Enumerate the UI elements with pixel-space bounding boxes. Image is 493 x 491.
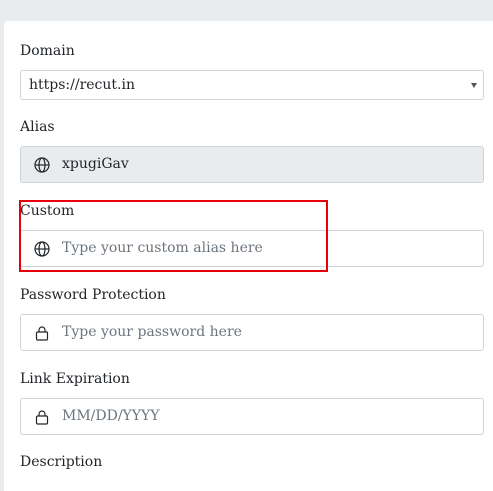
globe-icon [34,157,50,173]
alias-field: xpugiGav [20,146,484,183]
chevron-down-icon [471,83,477,88]
alias-value: xpugiGav [62,156,129,172]
domain-label: Domain [20,43,75,59]
password-placeholder: Type your password here [62,324,242,340]
expiration-label: Link Expiration [20,371,130,387]
password-label: Password Protection [20,287,166,303]
password-input[interactable]: Type your password here [20,314,484,351]
expiration-placeholder: MM/DD/YYYY [62,408,160,424]
custom-highlight-box [19,200,328,272]
lock-icon [34,409,50,425]
description-label: Description [20,454,103,470]
expiration-date-input[interactable]: MM/DD/YYYY [20,398,484,435]
domain-select-value: https://recut.in [29,77,135,93]
alias-label: Alias [20,119,55,135]
domain-select[interactable]: https://recut.in [20,70,484,100]
lock-icon [34,325,50,341]
